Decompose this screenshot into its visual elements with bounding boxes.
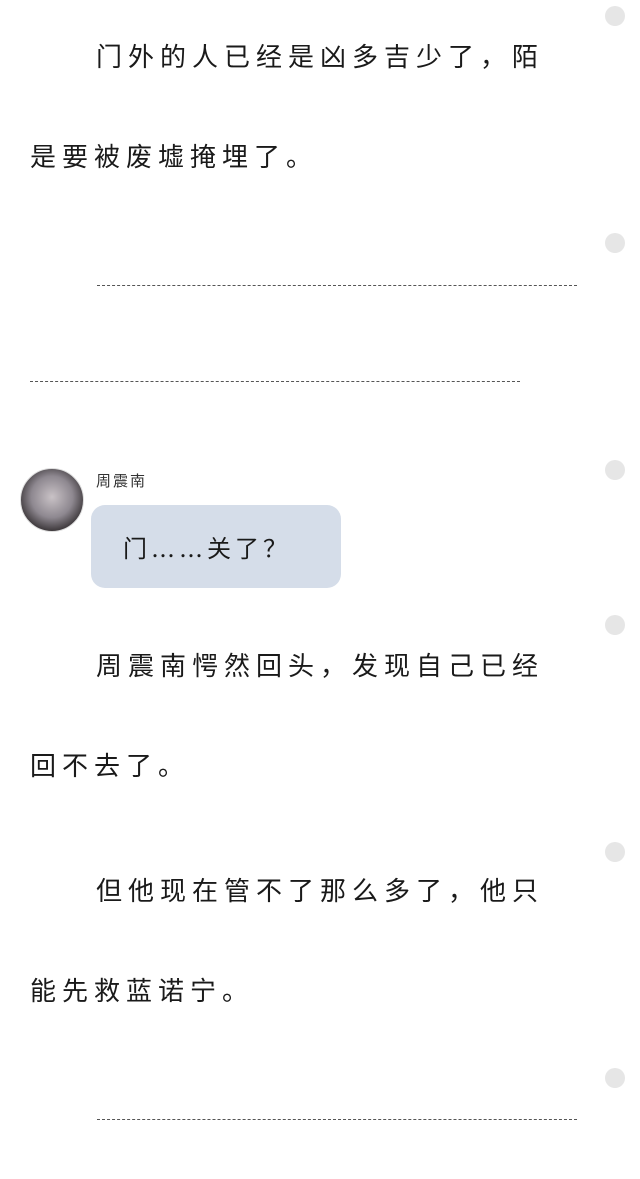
speaker-name: 周震南 — [96, 472, 148, 490]
story-paragraph: 周震南愕然回头，发现自己已经 回不去了。 — [30, 617, 590, 817]
chat-bubble: 门……关了？ — [91, 505, 341, 588]
story-line: 门外的人已经是凶多吉少了，陌 — [96, 43, 545, 73]
story-line: 能先救蓝诺宁。 — [30, 977, 255, 1007]
story-line: 但他现在管不了那么多了，他只 — [96, 877, 545, 907]
scroll-dot — [605, 615, 625, 635]
story-paragraph: 门外的人已经是凶多吉少了，陌 是要被废墟掩埋了。 — [30, 8, 590, 208]
story-paragraph: 但他现在管不了那么多了，他只 能先救蓝诺宁。 — [30, 842, 590, 1042]
story-line: 周震南愕然回头，发现自己已经 — [96, 652, 545, 682]
dashed-divider — [97, 285, 577, 286]
story-line: 是要被废墟掩埋了。 — [30, 143, 319, 173]
story-line: 回不去了。 — [30, 752, 191, 782]
dashed-divider — [30, 381, 520, 382]
scroll-dot — [605, 1068, 625, 1088]
dashed-divider — [97, 1119, 577, 1120]
avatar[interactable] — [20, 468, 84, 532]
scroll-dot — [605, 6, 625, 26]
scroll-dot — [605, 233, 625, 253]
chat-message-text: 门……关了？ — [123, 535, 291, 563]
scroll-dot — [605, 842, 625, 862]
scroll-dot — [605, 460, 625, 480]
